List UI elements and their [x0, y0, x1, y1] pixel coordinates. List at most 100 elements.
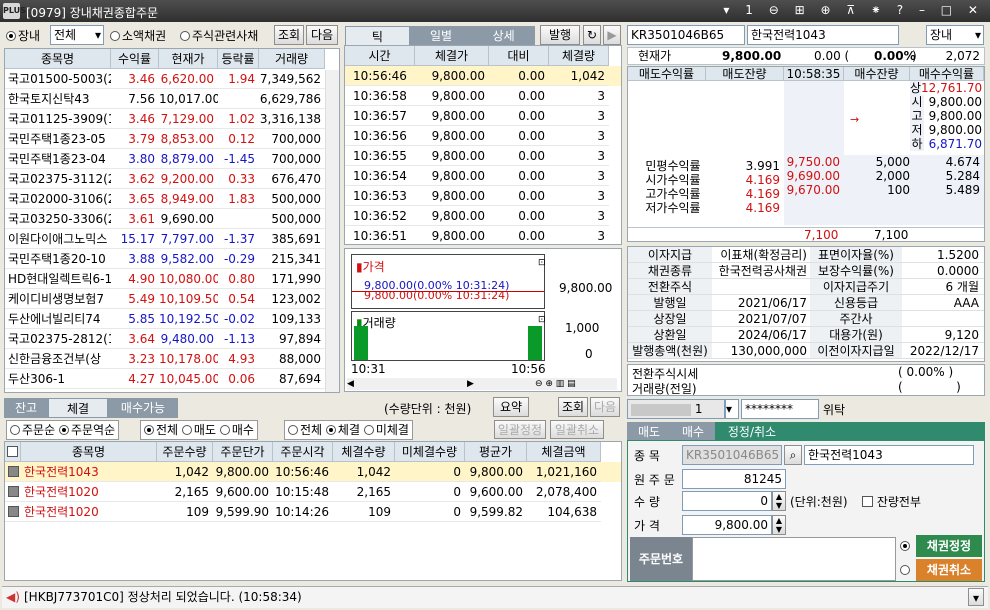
expand-icon[interactable]: ⊡ [538, 258, 546, 268]
tab-tick[interactable]: 틱 [345, 26, 410, 46]
table-row[interactable]: 신한금융조건부(상 3.23 10,178.00 4.93 88,000 [5, 349, 339, 369]
bottom-tabs: 잔고 체결 매수가능 [4, 398, 178, 418]
table-row[interactable]: 두산에너빌리티74 5.85 10,192.50 -0.02 109,133 [5, 309, 339, 329]
tab-modify-cancel[interactable]: 정정/취소 [715, 422, 789, 440]
table-row[interactable]: 국고01500-5003(203.466,620.001.947,349,562 [5, 69, 339, 89]
order-code-input[interactable]: KR3501046B65 [682, 445, 782, 465]
table-cell: 8,879.00 [159, 149, 218, 169]
filter-select[interactable]: 전체 ▾ [50, 25, 104, 45]
table-cell: 국고03250-3306(23 [5, 209, 111, 229]
tab-daily[interactable]: 일별 [409, 26, 473, 46]
query-button[interactable]: 조회 [558, 397, 588, 417]
table-row[interactable]: 국민주택1종23-05 3.79 8,853.00 0.12 700,000 [5, 129, 339, 149]
window-controls[interactable]: ▾ 1 ⊖ ⊞ ⊕ ⊼ ⁕ ? – □ ✕ [723, 3, 984, 17]
volume-pane: ▮거래량 ⊡ [351, 311, 546, 361]
tick-cell: 9,800.00 [415, 226, 489, 244]
search-icon[interactable]: ⌕ [784, 445, 802, 465]
next-button[interactable]: 다음 [590, 397, 620, 417]
col-unexec-qty: 미체결수량 [395, 442, 465, 462]
limit-label: 상 [910, 81, 922, 95]
filter-radio-small[interactable]: 소액채권 [110, 27, 166, 45]
next-button[interactable]: 다음 [306, 25, 338, 45]
table-row[interactable]: 푸본현대생명보험26.2210,090.002.0776,175 [5, 389, 339, 392]
unit-text: (수량단위 : 천원) [384, 402, 472, 416]
table-row[interactable]: 한국전력1020 109 9,599.90 10:14:26 109 0 9,599.82 1… [5, 502, 621, 522]
tab-buy[interactable]: 매수 [671, 422, 715, 440]
tab-buyable[interactable]: 매수가능 [108, 398, 178, 418]
table-row[interactable]: 국고02000-3106(213.658,949.001.83500,000 [5, 189, 339, 209]
paren-close: ) [912, 49, 917, 63]
side-radios[interactable]: 전체 매도 매수 [140, 420, 258, 440]
cancel-radio[interactable] [900, 563, 912, 577]
filter-radio-equity[interactable]: 주식관련사채 [180, 27, 258, 45]
tab-executions[interactable]: 체결 [48, 398, 108, 418]
arrow-left-icon[interactable]: ◀ [347, 379, 354, 389]
password-input[interactable]: ******** [741, 399, 819, 419]
expand-icon[interactable]: ⊡ [538, 315, 546, 325]
info-cell: AAA [953, 296, 979, 310]
edit-radio[interactable] [900, 539, 912, 553]
order-no-field[interactable] [692, 537, 896, 581]
col-order-price: 주문단가 [213, 442, 273, 462]
zoom-icons[interactable]: ⊖ ⊕ ▥ ▤ [535, 378, 576, 390]
qty-stepper[interactable]: ▲ ▼ [772, 491, 786, 511]
table-row[interactable]: 한국토지신탁43 7.56 10,017.00 6,629,786 [5, 89, 339, 109]
arrow-right-icon[interactable]: ▶ [467, 378, 474, 390]
bond-edit-button[interactable]: 채권정정 [916, 535, 982, 557]
bond-cancel-button[interactable]: 채권취소 [916, 559, 982, 581]
table-row[interactable]: 두산306-1 4.27 10,045.00 0.06 87,694 [5, 369, 339, 389]
table-row[interactable]: HD현대일렉트릭6-1 4.90 10,080.00 0.80 171,990 [5, 269, 339, 289]
play-icon[interactable]: ▶ [603, 25, 621, 45]
ask-area [784, 81, 844, 155]
order-name-input[interactable]: 한국전력1043 [804, 445, 974, 465]
table-cell: 케이디비생명보험7 [5, 289, 111, 309]
quote-line: 현재가 9,800.00 0.00 ( 0.00% ) 2,072 [627, 47, 985, 65]
chevron-down-icon[interactable]: ▾ [725, 399, 739, 419]
bond-code-input[interactable]: KR3501046B65 [627, 25, 745, 45]
qty-input[interactable]: 0 [682, 491, 772, 511]
order-no-label: 주문번호 [630, 537, 692, 581]
price-stepper[interactable]: ▲ ▼ [772, 515, 786, 535]
chevron-down-icon[interactable]: ▾ [968, 588, 984, 606]
status-radios[interactable]: 전체 체결 미체결 [284, 420, 413, 440]
table-row[interactable]: 한국전력1020 2,165 9,600.00 10:15:48 2,165 0 9,600… [5, 482, 621, 502]
tab-sell[interactable]: 매도 [627, 422, 671, 440]
filter-radio-market[interactable]: 장내 [6, 27, 40, 45]
batch-edit-button[interactable]: 일괄정정 [494, 420, 546, 439]
limit-value: 9,800.00 [928, 95, 982, 109]
table-row[interactable]: 한국전력1043 1,042 9,800.00 10:56:46 1,042 0 9,800… [5, 462, 621, 482]
table-row[interactable]: 국고02375-2812(183.649,480.00-1.1397,894 [5, 329, 339, 349]
table-row[interactable]: 국고01125-3909(193.467,129.001.023,316,138 [5, 109, 339, 129]
market-select[interactable]: 장내 ▾ [926, 25, 984, 45]
bid-yield: 5.489 [945, 183, 980, 197]
tab-detail[interactable]: 상세 [472, 26, 536, 46]
query-button[interactable]: 조회 [274, 25, 304, 45]
table-row[interactable]: 국민주택1종20-10 3.88 9,582.00 -0.29 215,341 [5, 249, 339, 269]
row-checkbox[interactable] [5, 482, 21, 502]
row-checkbox[interactable] [5, 462, 21, 482]
row-checkbox[interactable] [5, 502, 21, 522]
tick-cell: 9,800.00 [415, 146, 489, 166]
batch-cancel-button[interactable]: 일괄취소 [550, 420, 604, 439]
issue-button[interactable]: 발행 [540, 25, 580, 45]
table-row[interactable]: 국고02375-3112(213.629,200.000.33676,470 [5, 169, 339, 189]
bond-name-input[interactable]: 한국전력1043 [747, 25, 899, 45]
chart-scrollbar[interactable]: ◀ ▶ ⊖ ⊕ ▥ ▤ [347, 378, 617, 390]
select-all-checkbox[interactable] [5, 442, 21, 462]
table-row[interactable]: 이원다이애그노믹스 15.17 7,797.00 -1.37 385,691 [5, 229, 339, 249]
summary-button[interactable]: 요약 [493, 397, 529, 417]
tab-balance[interactable]: 잔고 [4, 398, 48, 418]
bid-qty-header: 매수잔량 [844, 67, 910, 81]
table-row[interactable]: 국고03250-3306(233.619,690.00 500,000 [5, 209, 339, 229]
radio-icon [6, 31, 16, 41]
orig-order-input[interactable]: 81245 [682, 469, 786, 489]
col-exec-amount: 체결금액 [527, 442, 601, 462]
remain-all-checkbox[interactable]: 잔량전부 [862, 493, 921, 510]
scrollbar[interactable] [325, 70, 339, 392]
table-row[interactable]: 국민주택1종23-04 3.80 8,879.00 -1.45 700,000 [5, 149, 339, 169]
table-row[interactable]: 케이디비생명보험7 5.49 10,109.50 0.54 123,002 [5, 289, 339, 309]
price-input[interactable]: 9,800.00 [682, 515, 772, 535]
sort-radios[interactable]: 주문순 주문역순 [6, 420, 120, 440]
refresh-icon[interactable]: ↻ [583, 25, 601, 45]
account-input[interactable]: 1 [627, 399, 725, 419]
